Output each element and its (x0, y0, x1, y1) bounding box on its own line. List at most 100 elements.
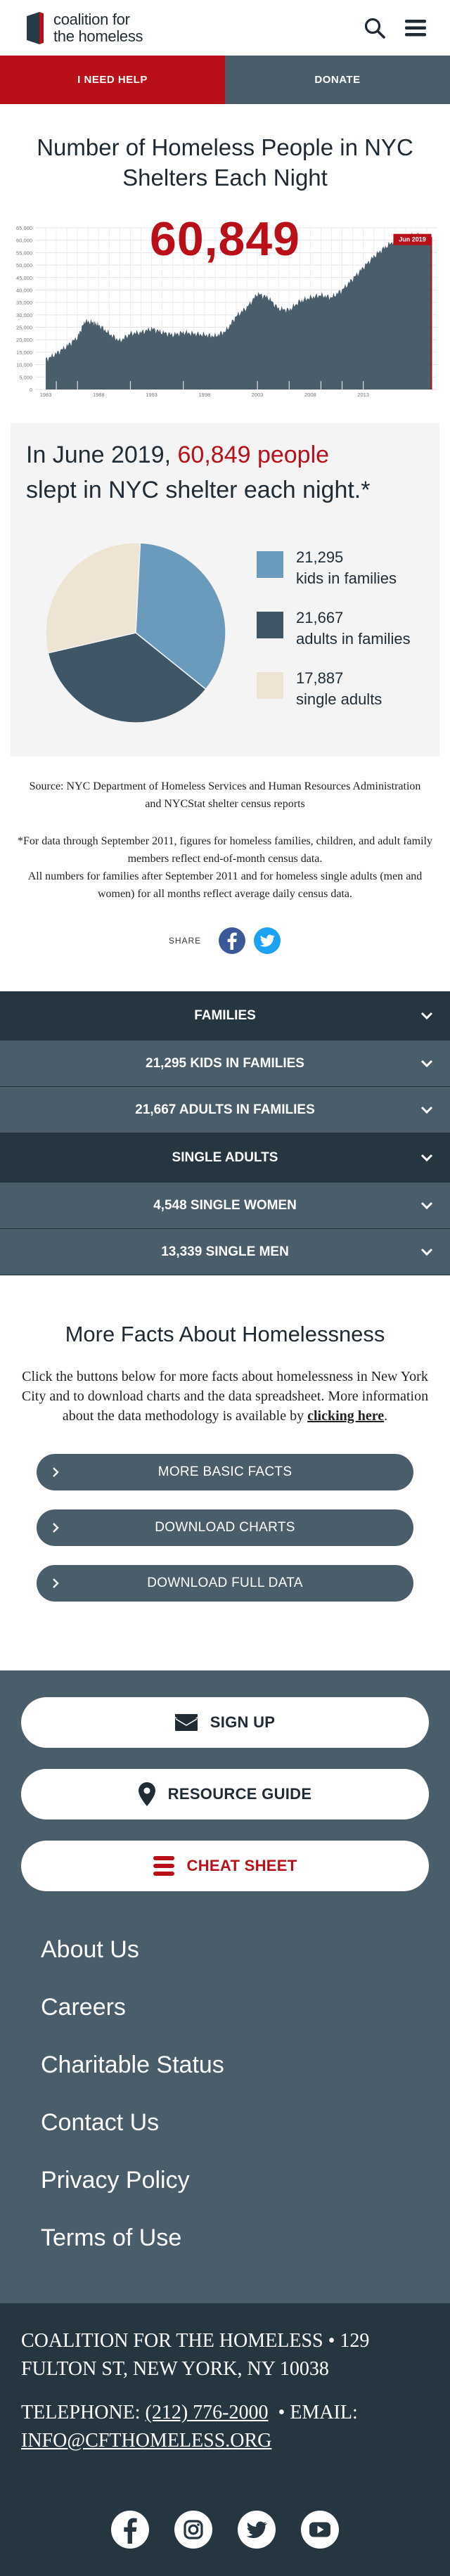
legend-item-singles: 17,887 single adults (257, 668, 411, 710)
chevron-down-icon (420, 1012, 433, 1019)
y-tick-label: 10,000 (16, 362, 32, 368)
y-tick-label: 5,000 (19, 374, 32, 380)
legend-swatch (257, 612, 283, 638)
logo-line1: coalition for (53, 10, 130, 28)
legend-item-kids: 21,295 kids in families (257, 547, 411, 589)
legend-label: single adults (296, 690, 382, 708)
legend-value: 21,295 (296, 548, 344, 566)
chevron-down-icon (420, 1202, 433, 1209)
footnote: *For data through September 2011, figure… (0, 813, 450, 903)
search-icon[interactable] (364, 18, 385, 39)
y-tick-label: 15,000 (16, 349, 32, 356)
legend-item-adults: 21,667 adults in families (257, 607, 411, 650)
accordion-kids-label: 21,295 KIDS IN FAMILIES (146, 1055, 304, 1071)
signup-button[interactable]: SIGN UP (21, 1697, 429, 1748)
footer-link-contact[interactable]: Contact Us (41, 2109, 159, 2137)
y-tick-label: 0 (30, 387, 32, 393)
cheat-sheet-label: CHEAT SHEET (186, 1857, 297, 1874)
footnote-line2: All numbers for families after September… (27, 870, 423, 900)
legend-swatch (257, 551, 283, 578)
chevron-down-icon (420, 1106, 433, 1114)
footer-link-charitable-status[interactable]: Charitable Status (41, 2052, 224, 2079)
youtube-icon[interactable] (300, 2510, 340, 2549)
x-tick-label: 1998 (198, 392, 210, 398)
logo-text: coalition for the homeless (53, 11, 143, 45)
accordion-men-label: 13,339 SINGLE MEN (161, 1244, 289, 1259)
demographics-accordion: FAMILIES 21,295 KIDS IN FAMILIES 21,667 … (0, 991, 450, 1275)
signup-label: SIGN UP (210, 1713, 276, 1731)
telephone-label: TELEPHONE: (21, 2402, 141, 2423)
x-tick-label: 1988 (93, 392, 105, 398)
facebook-icon[interactable] (110, 2510, 150, 2549)
email-link[interactable]: INFO@CFTHOMELESS.ORG (21, 2430, 271, 2452)
accordion-women-label: 4,548 SINGLE WOMEN (153, 1197, 297, 1213)
y-tick-label: 45,000 (16, 275, 32, 281)
download-charts-label: DOWNLOAD CHARTS (155, 1520, 295, 1535)
x-tick-label: 1983 (40, 392, 52, 398)
facebook-share-icon[interactable] (218, 927, 246, 955)
pie-chart (45, 542, 226, 723)
download-full-data-button[interactable]: DOWNLOAD FULL DATA (37, 1565, 413, 1602)
social-links (0, 2510, 450, 2549)
contact-line: TELEPHONE: (212) 776-2000 • EMAIL: INFO@… (21, 2399, 436, 2455)
chevron-right-icon (53, 1467, 59, 1477)
instagram-icon[interactable] (174, 2510, 213, 2549)
x-tick-label: 1993 (146, 392, 158, 398)
logo-line2: the homeless (53, 27, 143, 45)
more-basic-facts-button[interactable]: MORE BASIC FACTS (37, 1454, 413, 1490)
x-tick-label: 2008 (304, 392, 316, 398)
donate-button[interactable]: DONATE (225, 56, 450, 104)
legend-label: adults in families (296, 630, 411, 648)
footer-link-about[interactable]: About Us (41, 1936, 139, 1964)
accordion-single-adults[interactable]: SINGLE ADULTS (0, 1133, 450, 1183)
footer-link-privacy[interactable]: Privacy Policy (41, 2167, 190, 2194)
accordion-adults[interactable]: 21,667 ADULTS IN FAMILIES (0, 1087, 450, 1133)
menu-icon[interactable] (405, 19, 426, 37)
more-facts-section: More Facts About Homelessness Click the … (0, 1275, 450, 1426)
contact-block: COALITION FOR THE HOMELESS • 129 FULTON … (0, 2303, 450, 2576)
footer-link-careers[interactable]: Careers (41, 1994, 126, 2021)
twitter-icon[interactable] (237, 2510, 276, 2549)
accordion-single-adults-label: SINGLE ADULTS (172, 1149, 278, 1165)
telephone-link[interactable]: (212) 776-2000 (146, 2402, 269, 2423)
footer-link-terms[interactable]: Terms of Use (41, 2224, 181, 2252)
site-footer: SIGN UP RESOURCE GUIDE CHEAT SHEET About… (0, 1670, 450, 2303)
envelope-icon (174, 1714, 198, 1731)
share-label: SHARE (168, 936, 202, 946)
y-tick-label: 40,000 (16, 287, 32, 293)
logo-door-icon (27, 11, 44, 44)
stats-heading-prefix: In June 2019, (26, 442, 172, 468)
download-charts-button[interactable]: DOWNLOAD CHARTS (37, 1509, 413, 1546)
x-tick-label: 2013 (357, 392, 369, 398)
legend-swatch (257, 672, 283, 699)
map-pin-icon (138, 1782, 155, 1806)
chevron-down-icon (420, 1154, 433, 1161)
y-tick-label: 20,000 (16, 337, 32, 343)
accordion-men[interactable]: 13,339 SINGLE MEN (0, 1229, 450, 1275)
accordion-kids[interactable]: 21,295 KIDS IN FAMILIES (0, 1041, 450, 1087)
accordion-families-label: FAMILIES (194, 1007, 256, 1023)
more-basic-facts-label: MORE BASIC FACTS (158, 1464, 292, 1479)
legend-value: 17,887 (296, 669, 344, 687)
stats-heading: In June 2019, 60,849 people slept in NYC… (26, 437, 424, 508)
stats-card: In June 2019, 60,849 people slept in NYC… (11, 423, 439, 756)
chevron-down-icon (420, 1248, 433, 1256)
resource-guide-label: RESOURCE GUIDE (167, 1785, 312, 1803)
site-logo[interactable]: coalition for the homeless (24, 11, 143, 46)
cheat-sheet-button[interactable]: CHEAT SHEET (21, 1841, 429, 1891)
y-tick-label: 30,000 (16, 312, 32, 318)
resource-guide-button[interactable]: RESOURCE GUIDE (21, 1769, 429, 1820)
methodology-link[interactable]: clicking here (307, 1408, 384, 1424)
accordion-women[interactable]: 4,548 SINGLE WOMEN (0, 1183, 450, 1229)
address-text: COALITION FOR THE HOMELESS • 129 FULTON … (21, 2330, 370, 2380)
homeless-chart: 0 5,000 10,000 15,000 20,000 25,000 30,000 35,0… (7, 208, 443, 398)
download-full-data-label: DOWNLOAD FULL DATA (147, 1576, 303, 1590)
accordion-families[interactable]: FAMILIES (0, 991, 450, 1041)
site-header: coalition for the homeless (0, 0, 450, 56)
x-tick-label: 2003 (252, 392, 264, 398)
twitter-share-icon[interactable] (253, 927, 281, 955)
chevron-right-icon (53, 1578, 59, 1588)
more-facts-body: Click the buttons below for more facts a… (21, 1369, 429, 1424)
need-help-button[interactable]: I NEED HELP (0, 56, 225, 104)
y-tick-label: 35,000 (16, 300, 32, 306)
